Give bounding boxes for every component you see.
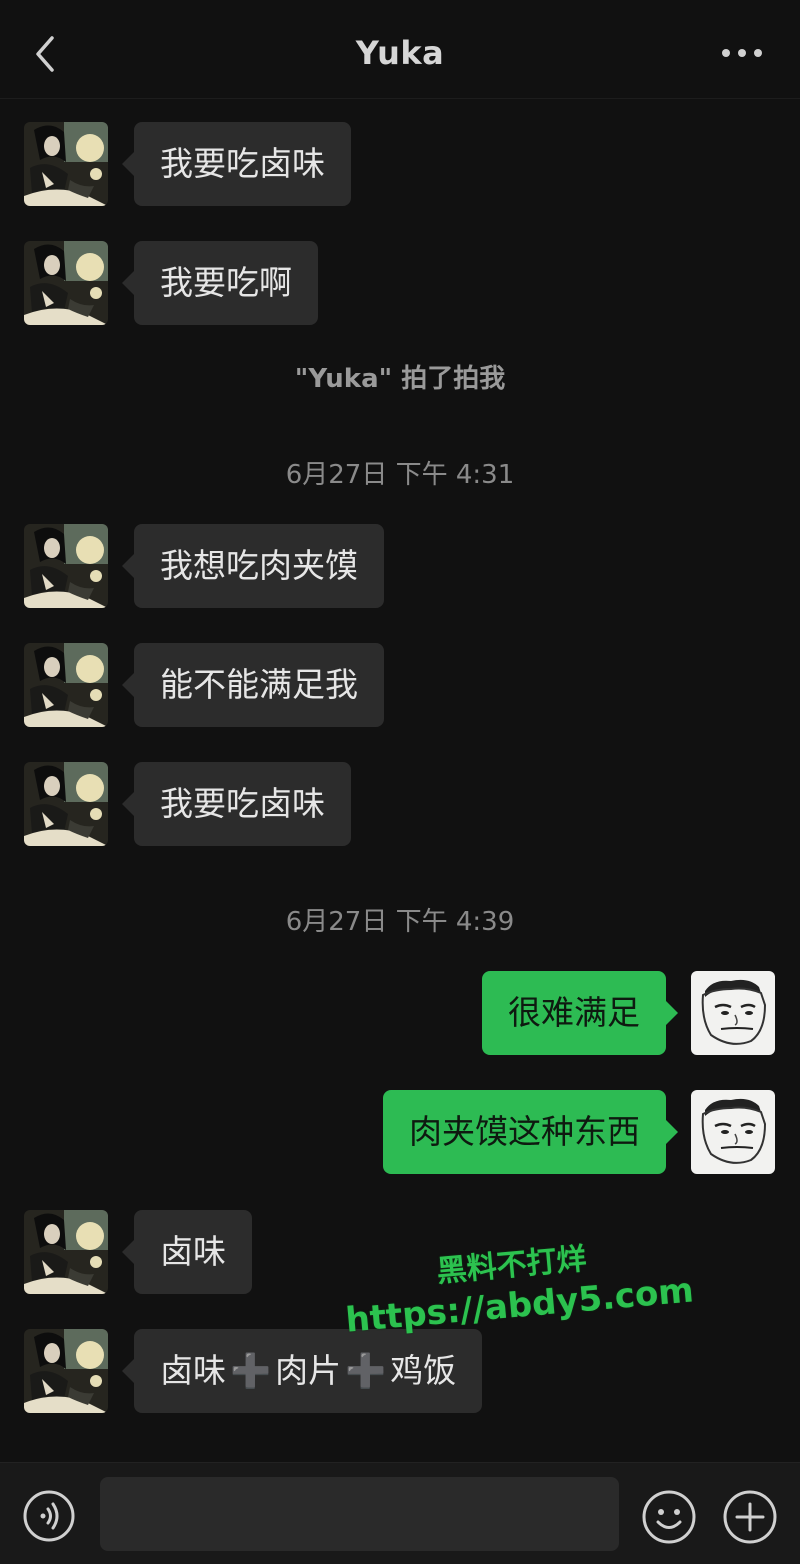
outgoing-message-bubble[interactable]: 很难满足 [482,971,678,1055]
message-input[interactable] [100,1477,619,1551]
contact-avatar[interactable] [24,1210,108,1294]
my-avatar[interactable] [691,971,775,1055]
avatar-image [24,122,108,206]
incoming-message-bubble[interactable]: 我想吃肉夹馍 [122,524,384,608]
incoming-message-bubble[interactable]: 我要吃卤味 [122,122,351,206]
watermark: 黑料不打烊 https://abdy5.com [340,1225,695,1341]
input-bar [0,1462,800,1564]
plus-circle-icon[interactable] [722,1489,778,1545]
message-part: 鸡饭 [390,1351,457,1390]
message-part: 肉片 [275,1351,342,1390]
voice-icon[interactable] [22,1489,76,1543]
incoming-message-bubble[interactable]: 卤味 ➕ 肉片 ➕ 鸡饭 [121,1329,483,1413]
plus-emoji: ➕ [345,1351,387,1390]
timestamp: 6月27日 下午 4:31 [285,460,515,490]
avatar-image [24,1210,108,1294]
contact-avatar[interactable] [24,762,108,846]
avatar-image [691,1090,775,1174]
chat-header: Yuka [0,0,800,99]
contact-avatar[interactable] [24,122,108,206]
avatar-image [24,762,108,846]
timestamp: 6月27日 下午 4:39 [285,907,515,937]
avatar-image [24,643,108,727]
outgoing-message-bubble[interactable]: 肉夹馍这种东西 [383,1090,678,1174]
emoji-icon[interactable] [641,1489,697,1545]
nudge-notice: "Yuka" 拍了拍我 [294,364,506,394]
contact-avatar[interactable] [24,1329,108,1413]
chat-title: Yuka [355,34,445,72]
contact-avatar[interactable] [24,643,108,727]
incoming-message-bubble[interactable]: 我要吃卤味 [122,762,351,846]
incoming-message-bubble[interactable]: 我要吃啊 [122,241,318,325]
more-dots-icon[interactable] [720,38,764,68]
contact-avatar[interactable] [24,524,108,608]
avatar-image [24,241,108,325]
incoming-message-bubble[interactable]: 卤味 [122,1210,252,1294]
plus-emoji: ➕ [230,1351,272,1390]
avatar-image [691,971,775,1055]
message-part: 卤味 [160,1351,226,1390]
my-avatar[interactable] [691,1090,775,1174]
avatar-image [24,524,108,608]
incoming-message-bubble[interactable]: 能不能满足我 [122,643,384,727]
avatar-image [24,1329,108,1413]
contact-avatar[interactable] [24,241,108,325]
